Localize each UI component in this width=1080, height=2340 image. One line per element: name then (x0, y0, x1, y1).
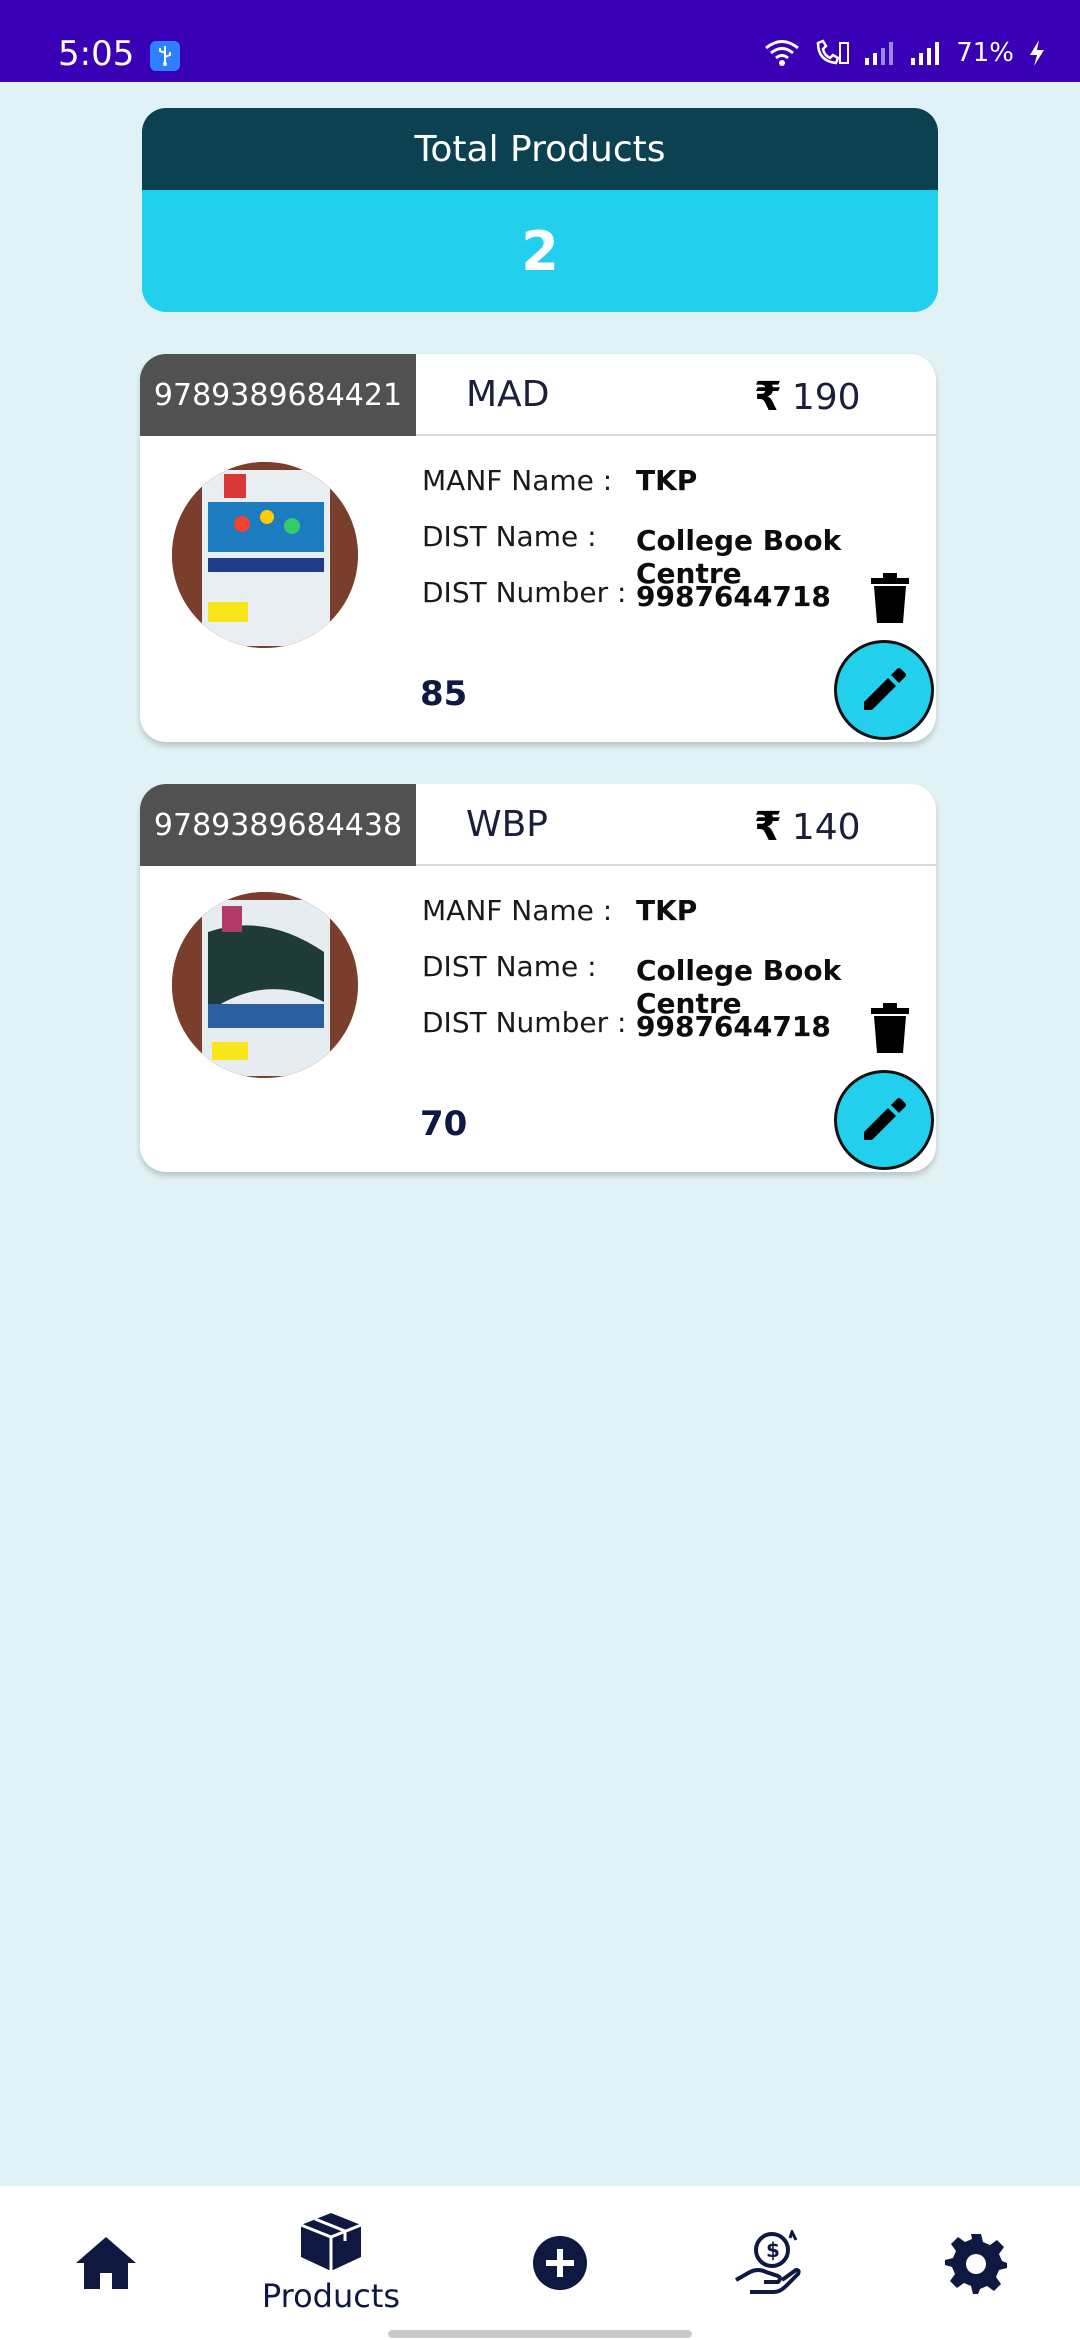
delete-button[interactable] (870, 572, 910, 624)
total-products-title: Total Products (142, 108, 938, 190)
settings-icon (945, 2234, 1007, 2294)
nav-add[interactable] (510, 2186, 610, 2340)
nav-home[interactable] (56, 2186, 156, 2340)
add-icon (533, 2236, 587, 2290)
dist-number-label: DIST Number : (422, 1006, 627, 1039)
nav-sales[interactable]: $ (718, 2186, 818, 2340)
total-products-card: Total Products 2 (142, 108, 938, 312)
product-card-header: 9789389684421 MAD ₹ 190 (140, 354, 936, 436)
status-icons: 71% (764, 38, 1046, 68)
home-indicator[interactable] (388, 2330, 692, 2338)
wifi-icon (764, 39, 800, 67)
product-quantity: 70 (420, 1104, 468, 1144)
dist-number-label: DIST Number : (422, 576, 627, 609)
product-barcode: 9789389684438 (140, 784, 416, 866)
signal-icon (910, 40, 942, 66)
manf-name-label: MANF Name : (422, 894, 613, 927)
signal-icon (864, 40, 896, 66)
product-price-value: 140 (791, 806, 861, 848)
total-products-count: 2 (142, 190, 938, 312)
pencil-icon (864, 1098, 906, 1140)
product-price: ₹ 140 (754, 804, 861, 850)
manf-name-value: TKP (636, 464, 698, 497)
edit-button[interactable] (834, 1070, 934, 1170)
product-barcode: 9789389684421 (140, 354, 416, 436)
dist-number-value: 9987644718 (636, 1010, 831, 1043)
products-icon (300, 2213, 362, 2271)
product-quantity: 85 (420, 674, 468, 714)
delete-button[interactable] (870, 1002, 910, 1054)
edit-button[interactable] (834, 640, 934, 740)
product-card-header: 9789389684438 WBP ₹ 140 (140, 784, 936, 866)
product-image (172, 462, 358, 648)
wifi-calling-icon (814, 39, 850, 67)
dist-name-label: DIST Name : (422, 950, 597, 983)
nav-products-label: Products (261, 2277, 401, 2315)
dist-name-label: DIST Name : (422, 520, 597, 553)
home-icon (76, 2237, 136, 2289)
nav-products[interactable]: Products (256, 2186, 406, 2340)
svg-text:$: $ (766, 2238, 780, 2262)
product-image (172, 892, 358, 1078)
dist-number-value: 9987644718 (636, 580, 831, 613)
status-time: 5:05 (58, 34, 135, 74)
rupee-icon: ₹ (754, 804, 782, 850)
bottom-navigation: Products $ (0, 2186, 1080, 2340)
product-price-value: 190 (791, 376, 861, 418)
product-name: WBP (466, 804, 549, 845)
product-card[interactable]: 9789389684438 WBP ₹ 140 MANF Name : TKP … (140, 784, 936, 1172)
product-card[interactable]: 9789389684421 MAD ₹ 190 MANF Name : TKP … (140, 354, 936, 742)
trash-icon (871, 573, 909, 623)
rupee-icon: ₹ (754, 374, 782, 420)
charging-icon (1028, 39, 1046, 67)
manf-name-label: MANF Name : (422, 464, 613, 497)
product-name: MAD (466, 374, 550, 415)
usb-icon (150, 41, 180, 71)
sales-icon: $ (735, 2230, 801, 2294)
manf-name-value: TKP (636, 894, 698, 927)
pencil-icon (864, 668, 906, 710)
battery-percent: 71% (956, 38, 1014, 68)
status-bar: 5:05 71% (0, 0, 1080, 82)
nav-settings[interactable] (926, 2186, 1026, 2340)
product-price: ₹ 190 (754, 374, 861, 420)
trash-icon (871, 1003, 909, 1053)
